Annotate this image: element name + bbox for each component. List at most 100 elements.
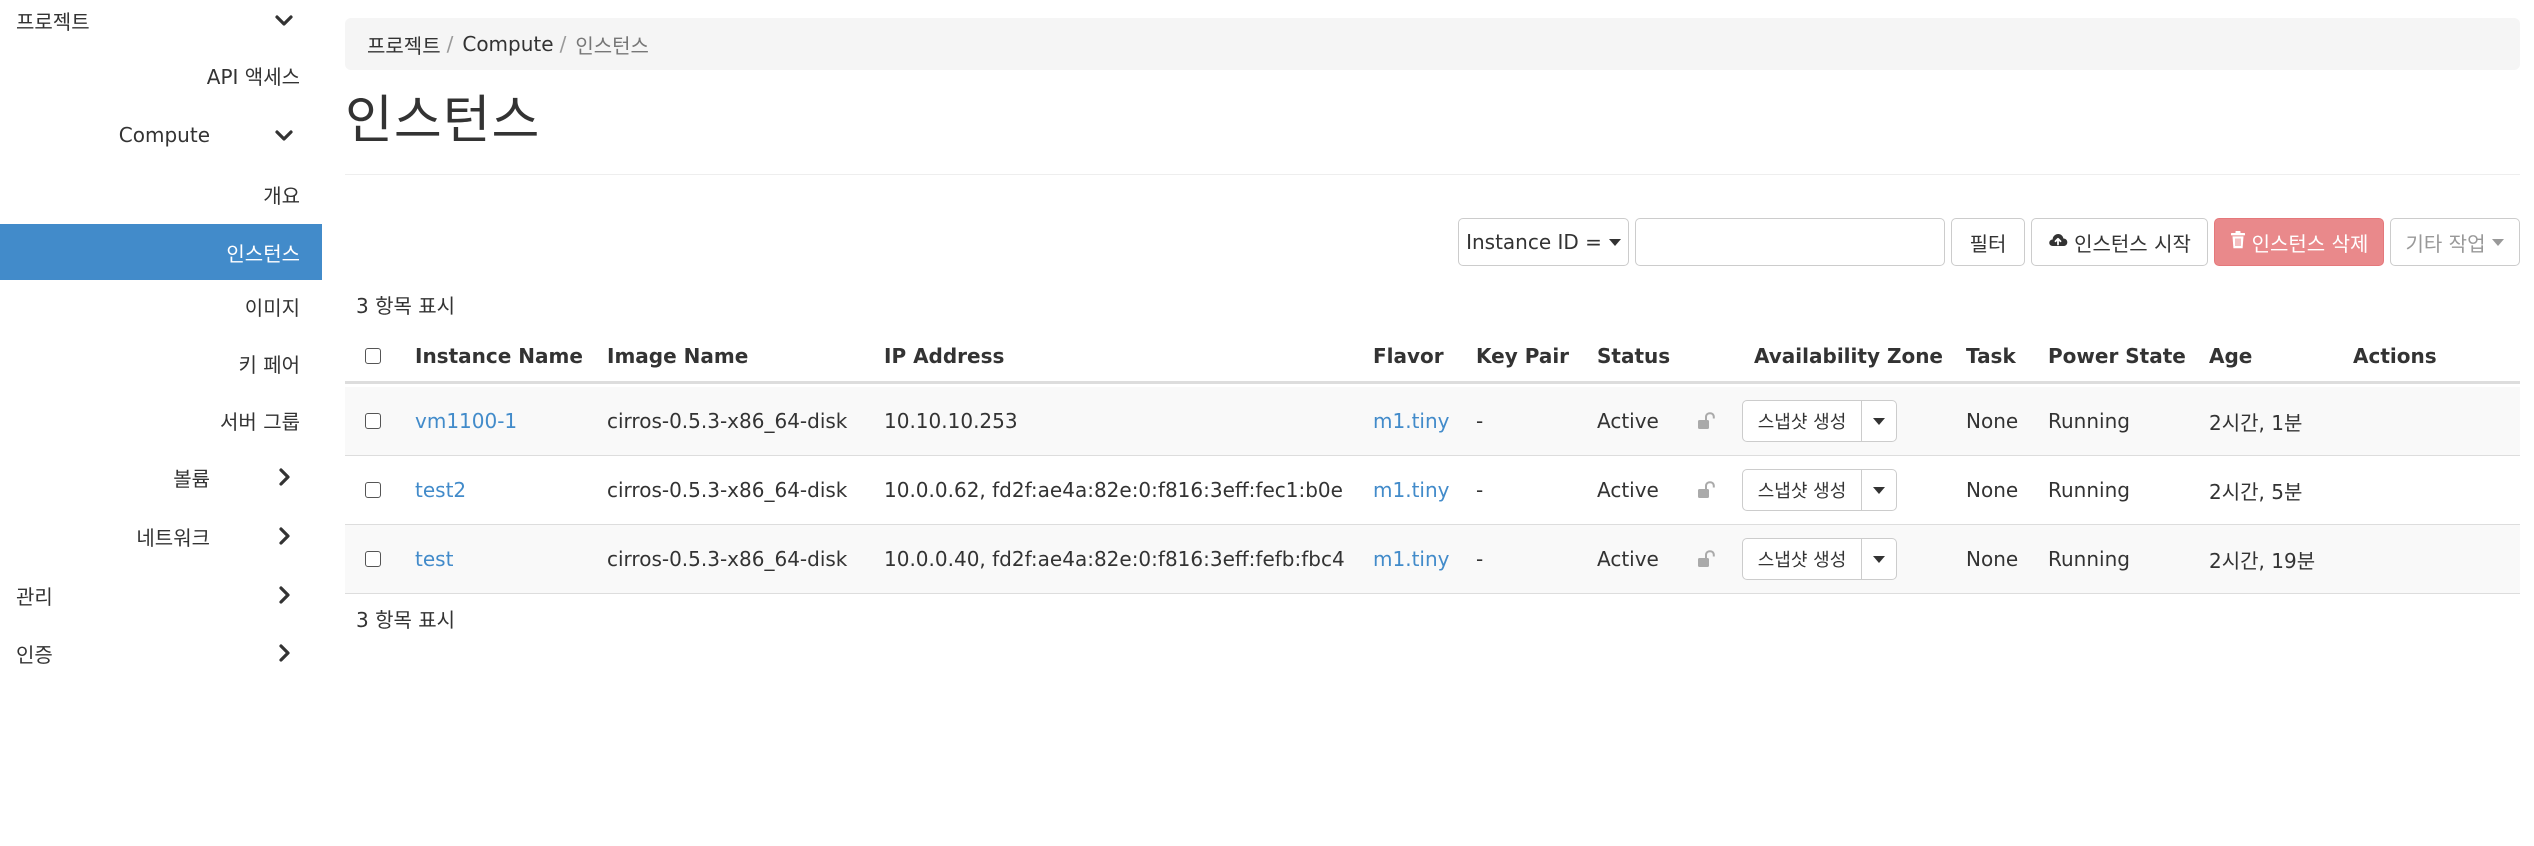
chevron-down-icon [272, 8, 296, 32]
sidebar-item-admin[interactable]: 관리 [0, 567, 322, 623]
image-name: cirros-0.5.3-x86_64-disk [607, 547, 848, 571]
row-checkbox[interactable] [365, 551, 381, 567]
main-content: 프로젝트 / Compute / 인스턴스 인스턴스 Instance ID =… [345, 0, 2520, 846]
sidebar-item-label: 인증 [16, 642, 53, 667]
column-header-ip-address[interactable]: IP Address [884, 328, 1004, 384]
delete-instances-label: 인스턴스 삭제 [2251, 231, 2369, 256]
sidebar-item-label: 서버 그룹 [220, 409, 300, 434]
sidebar-item-label: 프로젝트 [16, 9, 90, 34]
row-checkbox[interactable] [365, 413, 381, 429]
create-snapshot-button[interactable]: 스냅샷 생성 [1742, 400, 1862, 442]
sidebar-item-label: 키 페어 [238, 352, 300, 377]
age: 2시간, 19분 [2209, 548, 2316, 573]
column-header-status[interactable]: Status [1597, 328, 1670, 384]
image-name: cirros-0.5.3-x86_64-disk [607, 478, 848, 502]
column-header-power-state[interactable]: Power State [2048, 328, 2186, 384]
unlock-icon [1697, 525, 1715, 593]
ip-address: 10.0.0.62, fd2f:ae4a:82e:0:f816:3eff:fec… [884, 478, 1343, 502]
row-checkbox[interactable] [365, 482, 381, 498]
status: Active [1597, 409, 1659, 433]
chevron-down-icon [272, 123, 296, 147]
filter-field-select[interactable]: Instance ID = [1458, 218, 1629, 266]
row-actions: 스냅샷 생성 [1742, 538, 1897, 580]
column-header-flavor[interactable]: Flavor [1373, 328, 1444, 384]
column-header-instance-name[interactable]: Instance Name [415, 328, 583, 384]
sidebar-item-volumes[interactable]: 볼륨 [0, 449, 322, 505]
sidebar-item-instances[interactable]: 인스턴스 [0, 224, 322, 280]
breadcrumb: 프로젝트 / Compute / 인스턴스 [345, 18, 2520, 70]
cloud-upload-icon [2048, 230, 2074, 254]
key-pair: - [1476, 478, 1484, 502]
create-snapshot-button[interactable]: 스냅샷 생성 [1742, 469, 1862, 511]
image-name: cirros-0.5.3-x86_64-disk [607, 409, 848, 433]
breadcrumb-separator: / [446, 32, 454, 56]
instance-name-link[interactable]: test [415, 525, 453, 593]
sidebar-item-overview[interactable]: 개요 [0, 166, 322, 222]
sidebar-nav: 프로젝트 API 액세스 Compute 개요 인스턴스 이미지 키 페어 서버… [0, 0, 322, 846]
title-divider [345, 174, 2520, 175]
flavor-link[interactable]: m1.tiny [1373, 525, 1449, 593]
filter-field-label: Instance ID = [1466, 230, 1602, 254]
more-actions-button[interactable]: 기타 작업 [2390, 218, 2520, 266]
instance-name-link[interactable]: test2 [415, 456, 466, 524]
column-header-key-pair[interactable]: Key Pair [1476, 328, 1569, 384]
select-all-checkbox[interactable] [365, 348, 381, 364]
caret-down-icon [2492, 238, 2505, 246]
status: Active [1597, 478, 1659, 502]
caret-down-icon [1873, 486, 1885, 494]
caret-down-icon [1873, 555, 1885, 563]
chevron-right-icon [272, 641, 296, 665]
breadcrumb-item-compute[interactable]: Compute [462, 32, 553, 56]
power-state: Running [2048, 478, 2130, 502]
table-row: vm1100-1 cirros-0.5.3-x86_64-disk 10.10.… [345, 387, 2520, 456]
column-header-age[interactable]: Age [2209, 328, 2252, 384]
unlock-icon [1697, 456, 1715, 524]
ip-address: 10.10.10.253 [884, 409, 1018, 433]
launch-instance-label: 인스턴스 시작 [2074, 231, 2191, 256]
column-header-task[interactable]: Task [1966, 328, 2016, 384]
row-actions: 스냅샷 생성 [1742, 400, 1897, 442]
sidebar-item-identity[interactable]: 인증 [0, 625, 322, 681]
sidebar-item-server-groups[interactable]: 서버 그룹 [0, 392, 322, 448]
column-header-image-name[interactable]: Image Name [607, 328, 748, 384]
sidebar-item-project[interactable]: 프로젝트 [0, 0, 322, 48]
sidebar-item-label: 인스턴스 [226, 241, 300, 266]
sidebar-item-network[interactable]: 네트워크 [0, 508, 322, 564]
sidebar-item-key-pairs[interactable]: 키 페어 [0, 335, 322, 391]
item-count: 3 항목 표시 [356, 294, 456, 318]
sidebar-item-label: 관리 [16, 584, 53, 609]
delete-instances-button[interactable]: 인스턴스 삭제 [2214, 218, 2384, 266]
row-actions-dropdown-toggle[interactable] [1862, 400, 1897, 442]
flavor-link[interactable]: m1.tiny [1373, 387, 1449, 455]
age: 2시간, 5분 [2209, 479, 2303, 504]
row-actions-dropdown-toggle[interactable] [1862, 469, 1897, 511]
ip-address: 10.0.0.40, fd2f:ae4a:82e:0:f816:3eff:fef… [884, 547, 1345, 571]
column-header-actions: Actions [2353, 344, 2437, 368]
task: None [1966, 478, 2019, 502]
filter-input[interactable] [1635, 218, 1945, 266]
task: None [1966, 409, 2019, 433]
launch-instance-button[interactable]: 인스턴스 시작 [2031, 218, 2208, 266]
caret-down-icon [1608, 238, 1621, 246]
chevron-right-icon [272, 524, 296, 548]
sidebar-item-compute[interactable]: Compute [0, 107, 322, 163]
instance-name-link[interactable]: vm1100-1 [415, 387, 517, 455]
sidebar-item-label: 개요 [263, 183, 300, 208]
power-state: Running [2048, 547, 2130, 571]
trash-icon [2230, 230, 2252, 254]
sidebar-item-api-access[interactable]: API 액세스 [0, 47, 322, 103]
sidebar-item-images[interactable]: 이미지 [0, 278, 322, 334]
breadcrumb-item-current: 인스턴스 [575, 33, 649, 58]
create-snapshot-button[interactable]: 스냅샷 생성 [1742, 538, 1862, 580]
filter-button[interactable]: 필터 [1951, 218, 2025, 266]
column-header-availability-zone[interactable]: Availability Zone [1754, 328, 1943, 384]
age: 2시간, 1분 [2209, 410, 2303, 435]
sidebar-item-label: 이미지 [244, 295, 300, 320]
key-pair: - [1476, 547, 1484, 571]
table-row: test2 cirros-0.5.3-x86_64-disk 10.0.0.62… [345, 456, 2520, 525]
flavor-link[interactable]: m1.tiny [1373, 456, 1449, 524]
breadcrumb-item-project[interactable]: 프로젝트 [367, 30, 441, 59]
row-actions-dropdown-toggle[interactable] [1862, 538, 1897, 580]
chevron-right-icon [272, 465, 296, 489]
table-header: Instance Name Image Name IP Address Flav… [345, 328, 2520, 384]
